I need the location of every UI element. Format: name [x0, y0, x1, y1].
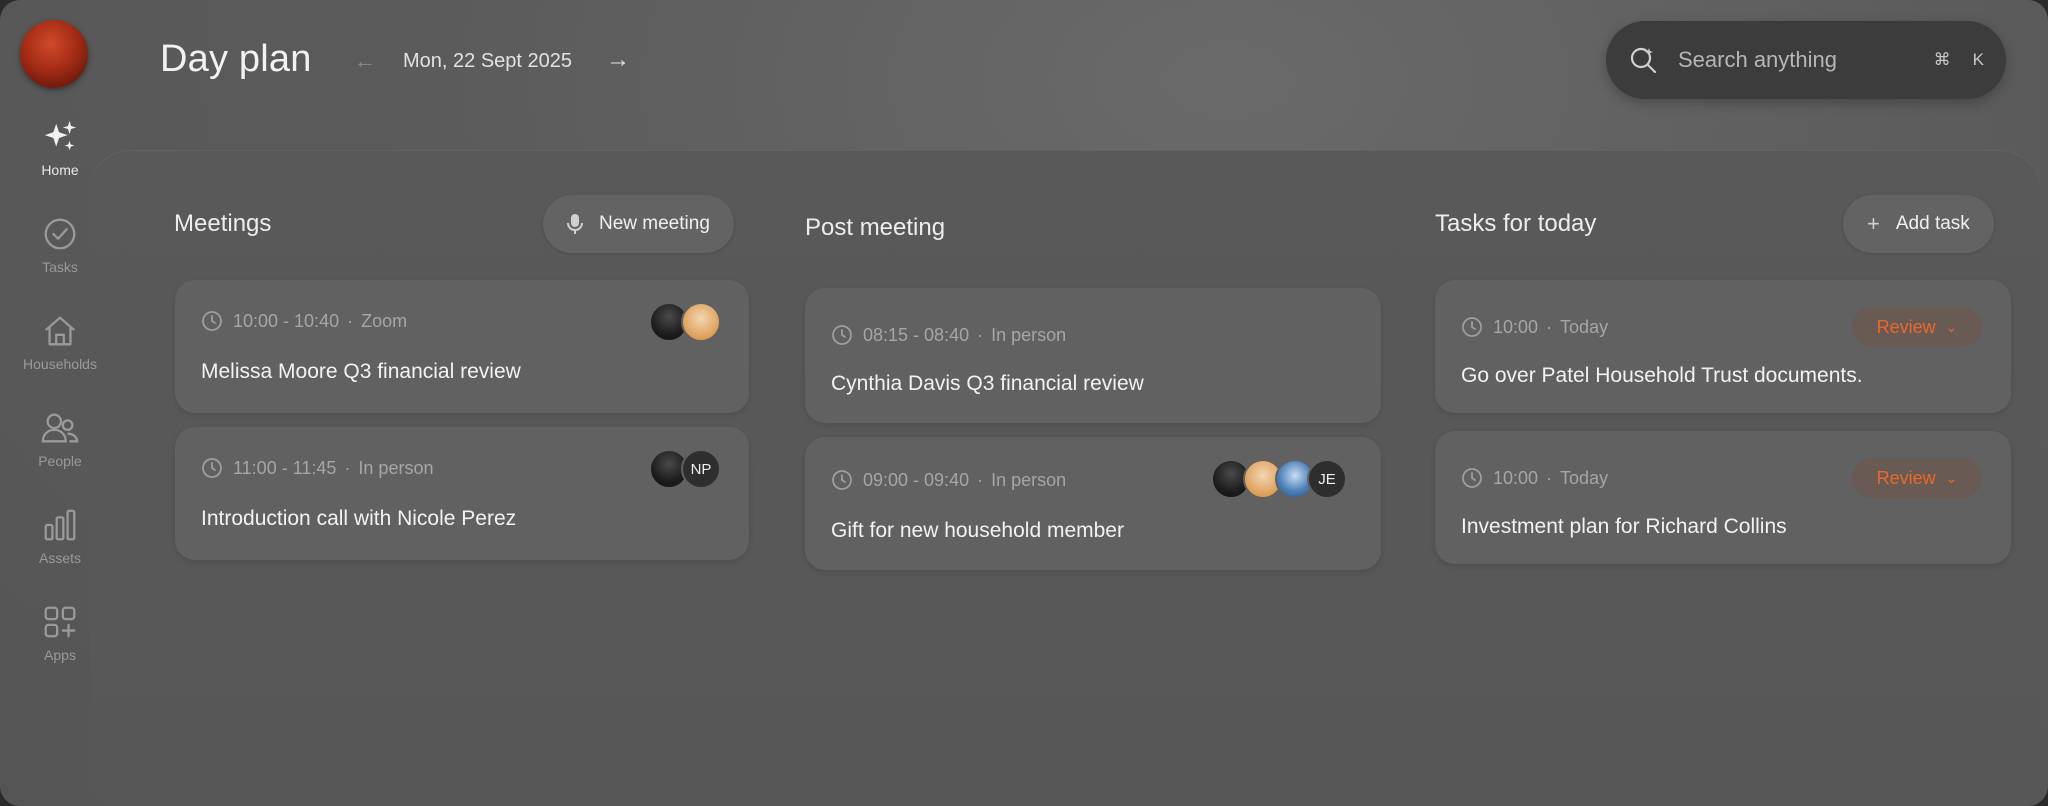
- post-meeting-card[interactable]: 08:15 - 08:40 · In person Cynthia Davis …: [805, 288, 1381, 423]
- meta-separator: ·: [344, 457, 351, 478]
- review-label: Review: [1876, 316, 1936, 337]
- sidebar-nav: Home Tasks Households People Assets Apps: [10, 118, 110, 700]
- attendee-avatars: NP: [649, 449, 721, 489]
- meeting-title: Cynthia Davis Q3 financial review: [831, 372, 1144, 395]
- task-day: Today: [1560, 316, 1609, 337]
- shortcut-k-key: K: [1972, 50, 1984, 69]
- meta-separator: ·: [977, 469, 984, 490]
- task-title: Go over Patel Household Trust documents.: [1461, 364, 1863, 387]
- attendee-avatars: [649, 302, 721, 342]
- task-title: Investment plan for Richard Collins: [1461, 515, 1787, 538]
- meta-separator: ·: [347, 310, 354, 331]
- current-date: Mon, 22 Sept 2025: [403, 50, 573, 72]
- review-label: Review: [1876, 467, 1936, 488]
- tasks-title: Tasks for today: [1435, 210, 1597, 237]
- sidebar-item-label: Tasks: [42, 259, 78, 275]
- clock-icon: [202, 311, 222, 331]
- meeting-card[interactable]: 11:00 - 11:45 · In person Introduction c…: [175, 427, 749, 560]
- post-meeting-card[interactable]: 09:00 - 09:40 · In person Gift for new h…: [805, 437, 1381, 570]
- chevron-down-icon: ⌄: [1945, 318, 1958, 335]
- arrow-right-icon[interactable]: →: [606, 46, 630, 74]
- shortcut-cmd-key: ⌘: [1933, 50, 1951, 69]
- chevron-down-icon: ⌄: [1945, 469, 1958, 486]
- page-title: Day plan: [160, 38, 312, 80]
- brand-logo[interactable]: [20, 20, 88, 88]
- sidebar-item-tasks[interactable]: Tasks: [10, 215, 110, 312]
- avatar-initials: JE: [1307, 459, 1347, 499]
- meeting-time: 10:00 - 10:40: [233, 310, 340, 331]
- meeting-card[interactable]: 10:00 - 10:40 · Zoom Melissa Moore Q3 fi…: [175, 280, 749, 413]
- meta-separator: ·: [977, 324, 984, 345]
- add-task-label: Add task: [1895, 213, 1970, 234]
- clock-icon: [1462, 317, 1482, 337]
- meeting-time: 08:15 - 08:40: [863, 324, 970, 345]
- meeting-title: Melissa Moore Q3 financial review: [201, 360, 521, 383]
- house-icon: [45, 316, 75, 346]
- meeting-meta: 08:15 - 08:40 · In person: [831, 324, 1066, 346]
- task-card[interactable]: 10:00 · Today Investment plan for Richar…: [1435, 431, 2011, 564]
- bar-chart-icon: [44, 509, 76, 541]
- microphone-icon: [567, 214, 583, 234]
- sidebar-item-home[interactable]: Home: [10, 118, 110, 215]
- meeting-location: In person: [358, 457, 434, 478]
- meeting-title: Introduction call with Nicole Perez: [201, 507, 517, 530]
- arrow-left-icon[interactable]: ←: [354, 48, 376, 74]
- people-icon: [41, 413, 79, 443]
- meta-separator: ·: [1546, 467, 1553, 488]
- meeting-title: Gift for new household member: [831, 519, 1124, 542]
- sparkles-icon: [44, 120, 77, 151]
- sidebar-item-people[interactable]: People: [10, 409, 110, 506]
- meeting-meta: 11:00 - 11:45 · In person: [201, 457, 433, 479]
- task-time: 10:00: [1493, 316, 1539, 337]
- sidebar-item-label: Apps: [44, 647, 76, 663]
- avatar-initials: NP: [681, 449, 721, 489]
- attendee-avatars: JE: [1211, 459, 1347, 499]
- meta-separator: ·: [1546, 316, 1553, 337]
- sidebar-item-label: Households: [23, 356, 97, 372]
- meeting-meta: 09:00 - 09:40 · In person: [831, 469, 1066, 491]
- meeting-location: In person: [991, 469, 1067, 490]
- search-bar[interactable]: Search anything ⌘ K: [1606, 21, 2006, 99]
- meeting-time: 11:00 - 11:45: [233, 457, 337, 478]
- sidebar-item-households[interactable]: Households: [10, 312, 110, 409]
- task-card[interactable]: 10:00 · Today Go over Patel Household Tr…: [1435, 280, 2011, 413]
- clock-icon: [832, 325, 852, 345]
- app-window: Home Tasks Households People Assets Apps…: [0, 0, 2048, 806]
- review-dropdown[interactable]: Review ⌄: [1852, 458, 1982, 498]
- post-meeting-title: Post meeting: [805, 214, 946, 241]
- clock-icon: [832, 470, 852, 490]
- sidebar-item-label: Assets: [38, 550, 81, 566]
- meetings-title: Meetings: [174, 210, 272, 237]
- sidebar-item-label: Home: [41, 162, 79, 178]
- review-dropdown[interactable]: Review ⌄: [1852, 307, 1982, 347]
- meeting-location: Zoom: [361, 310, 408, 331]
- clock-icon: [202, 458, 222, 478]
- avatar: [681, 302, 721, 342]
- search-placeholder: Search anything: [1678, 47, 1837, 72]
- task-day: Today: [1560, 467, 1609, 488]
- clock-icon: [1462, 468, 1482, 488]
- sidebar-item-apps[interactable]: Apps: [10, 603, 110, 700]
- sidebar-item-assets[interactable]: Assets: [10, 506, 110, 603]
- task-meta: 10:00 · Today: [1461, 467, 1608, 489]
- task-meta: 10:00 · Today: [1461, 316, 1608, 338]
- check-circle-icon: [44, 218, 76, 250]
- new-meeting-button[interactable]: New meeting: [543, 195, 734, 253]
- new-meeting-label: New meeting: [599, 213, 710, 234]
- plus-icon: +: [1867, 211, 1880, 236]
- task-time: 10:00: [1493, 467, 1539, 488]
- sidebar-item-label: People: [38, 453, 82, 469]
- search-icon: [1630, 47, 1657, 74]
- apps-grid-icon: [44, 606, 76, 638]
- add-task-button[interactable]: + Add task: [1843, 195, 1994, 253]
- meeting-location: In person: [991, 324, 1067, 345]
- meeting-time: 09:00 - 09:40: [863, 469, 970, 490]
- meeting-meta: 10:00 - 10:40 · Zoom: [201, 310, 407, 332]
